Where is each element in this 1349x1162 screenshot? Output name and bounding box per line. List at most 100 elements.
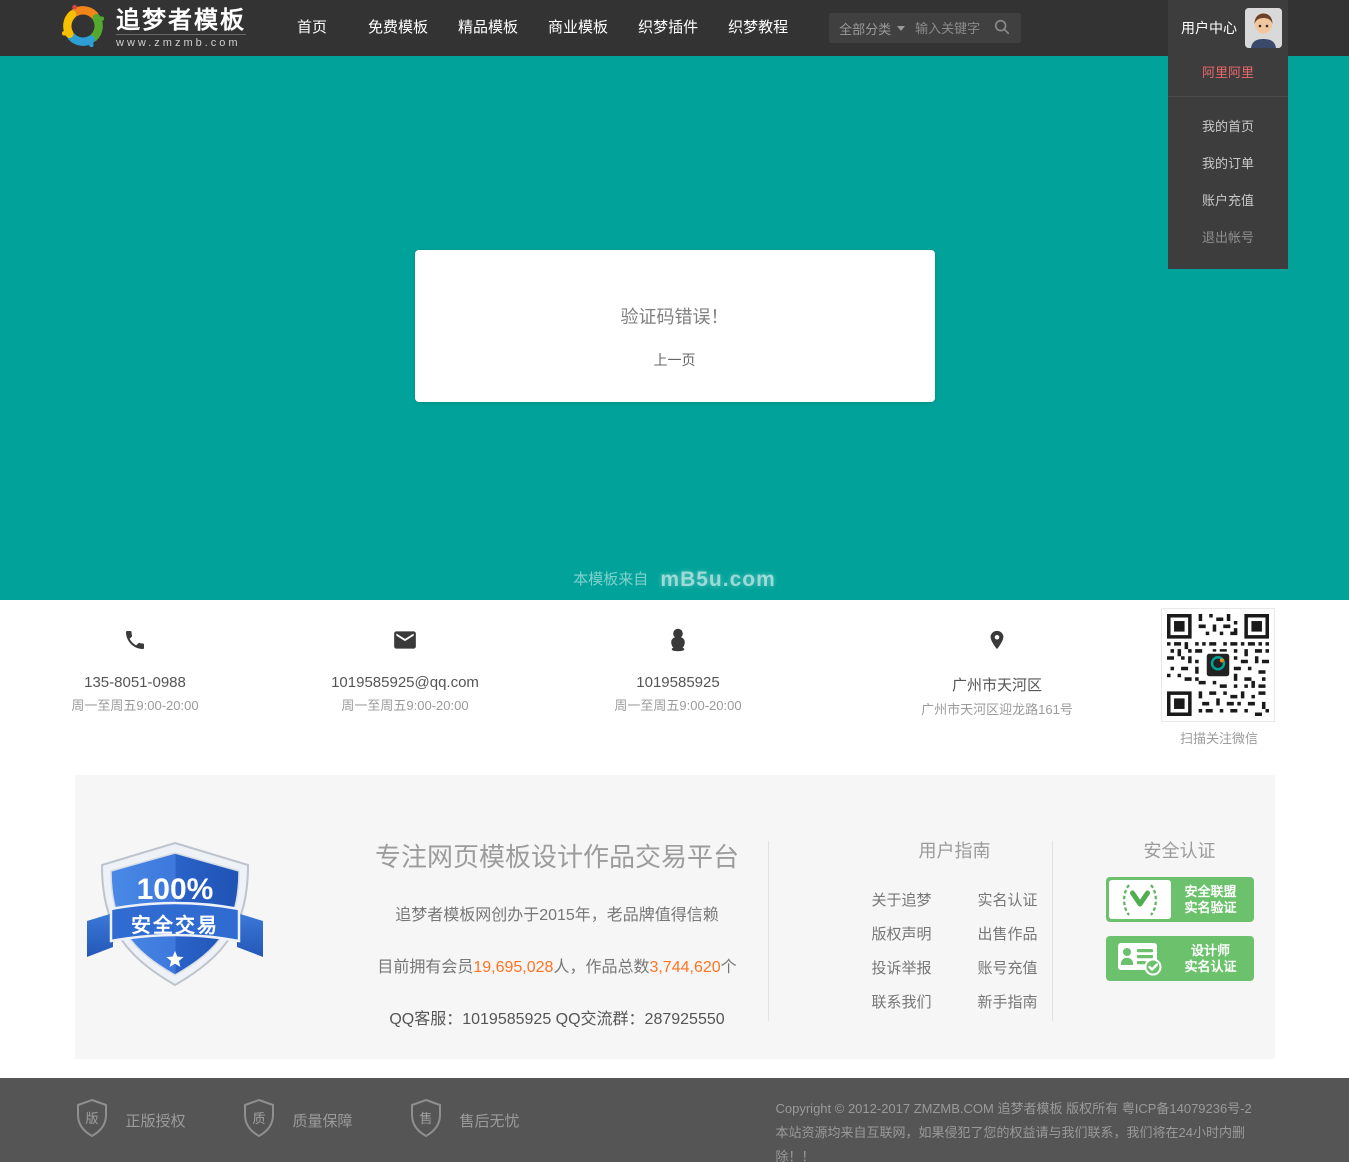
stats-text-1: 目前拥有会员 [377, 959, 473, 976]
error-message: 验证码错误！ [415, 303, 935, 329]
contact-address: 广州市天河区 广州市天河区迎龙路161号 [847, 626, 1147, 718]
nav-item-dede-plugins[interactable]: 织梦插件 [623, 0, 713, 56]
nav-item-home[interactable]: 首页 [282, 0, 353, 56]
page: 追梦者模板 www.zmzmb.com 首页 免费模板 精品模板 商业模板 织梦… [0, 0, 1349, 1162]
mail-icon [305, 626, 505, 654]
badge2-line1: 设计师 [1171, 943, 1251, 959]
guide-link-realname[interactable]: 实名认证 [978, 889, 1038, 910]
avatar[interactable] [1245, 8, 1282, 48]
menu-item-my-homepage[interactable]: 我的首页 [1168, 107, 1288, 144]
id-card-check-icon [1109, 939, 1171, 978]
contact-qq-number: 1019585925 [578, 674, 778, 691]
badge2-line2: 实名认证 [1171, 959, 1251, 975]
badge-percent-text: 100% [136, 873, 213, 906]
search-icon [993, 18, 1011, 39]
search-category-label: 全部分类 [839, 19, 891, 38]
guide-column-2: 实名认证 出售作品 账号充值 新手指南 [978, 889, 1038, 1012]
platform-stats-line: 目前拥有会员19,695,028人，作品总数3,744,620个 [280, 953, 835, 977]
guide-link-sell[interactable]: 出售作品 [978, 923, 1038, 944]
chevron-down-icon [897, 26, 905, 31]
phone-icon [35, 626, 235, 654]
search-category-dropdown[interactable]: 全部分类 [839, 19, 905, 38]
platform-intro: 专注网页模板设计作品交易平台 追梦者模板网创办于2015年，老品牌值得信赖 目前… [280, 837, 835, 1029]
designer-badge-text: 设计师 实名认证 [1171, 943, 1251, 975]
shield-aftersale-icon: 售 [409, 1098, 443, 1143]
panel-divider [768, 841, 769, 1021]
guide-link-copyright[interactable]: 版权声明 [871, 923, 931, 944]
user-guide-heading: 用户指南 [790, 837, 1120, 863]
qr-caption: 扫描关注微信 [1149, 728, 1289, 747]
user-center-label: 用户中心 [1181, 18, 1237, 38]
dropdown-divider [1168, 96, 1288, 97]
guide-link-about[interactable]: 关于追梦 [871, 889, 931, 910]
menu-item-logout[interactable]: 退出帐号 [1168, 218, 1288, 255]
shield-quality-icon: 质 [242, 1098, 276, 1143]
nav-item-free-templates[interactable]: 免费模板 [353, 0, 443, 56]
message-card: 验证码错误！ 上一页 [415, 250, 935, 402]
watermark-brand: mB5u.com [660, 568, 775, 591]
qq-service-line: QQ客服：1019585925 QQ交流群：287925550 [280, 1005, 835, 1029]
security-heading: 安全认证 [1085, 837, 1275, 863]
site-logo[interactable]: 追梦者模板 www.zmzmb.com [60, 3, 246, 54]
feature-aftersales: 售 售后无忧 [409, 1098, 520, 1143]
search-button[interactable] [993, 18, 1011, 39]
location-icon [847, 626, 1147, 654]
contact-qq-hours: 周一至周五9:00-20:00 [578, 695, 778, 714]
hero-section: 验证码错误！ 上一页 本模板来自 mB5u.com [0, 56, 1349, 600]
guide-column-1: 关于追梦 版权声明 投诉举报 联系我们 [871, 889, 931, 1012]
nav-item-dede-tutorials[interactable]: 织梦教程 [713, 0, 803, 56]
contact-email: 1019585925@qq.com 周一至周五9:00-20:00 [305, 626, 505, 714]
nav-item-commercial-templates[interactable]: 商业模板 [533, 0, 623, 56]
shield-ban-icon: 版 [75, 1098, 109, 1143]
badge1-line1: 安全联盟 [1171, 884, 1251, 900]
feature-genuine-license: 版 正版授权 [75, 1098, 186, 1143]
footer-features: 版 正版授权 质 质量保障 [75, 1078, 520, 1162]
work-count: 3,744,620 [649, 959, 720, 976]
security-certification: 安全认证 安全联盟 实名验证 [1085, 837, 1275, 981]
stats-text-3: 个 [721, 959, 737, 976]
logo-url: www.zmzmb.com [116, 34, 246, 49]
stats-text-2: 人，作品总数 [553, 959, 649, 976]
menu-item-my-orders[interactable]: 我的订单 [1168, 144, 1288, 181]
bottom-footer: 版 正版授权 质 质量保障 [0, 1078, 1349, 1162]
copyright-line-2: 本站资源均来自互联网，如果侵犯了您的权益请与我们联系，我们将在24小时内删除！！ [776, 1121, 1275, 1162]
username-link[interactable]: 阿里阿里 [1168, 56, 1288, 96]
panel-divider [1052, 841, 1053, 1021]
pinwheel-logo-icon [60, 3, 106, 54]
feature-label: 售后无忧 [460, 1110, 520, 1131]
platform-heading: 专注网页模板设计作品交易平台 [280, 837, 835, 874]
badge-label-text: 安全交易 [131, 913, 219, 937]
security-badge-text: 安全联盟 实名验证 [1171, 884, 1251, 916]
user-center-toggle[interactable]: 用户中心 [1168, 0, 1288, 56]
svg-text:质: 质 [252, 1111, 265, 1126]
info-panel: 100% 安全交易 专注网页模板设计作品交易平台 追梦者模板网创办于2015年，… [75, 775, 1275, 1059]
copyright-block: Copyright © 2012-2017 ZMZMB.COM 追梦者模板 版权… [776, 1097, 1275, 1162]
security-alliance-badge[interactable]: 安全联盟 实名验证 [1106, 877, 1254, 922]
top-navbar: 追梦者模板 www.zmzmb.com 首页 免费模板 精品模板 商业模板 织梦… [0, 0, 1349, 56]
watermark-prefix: 本模板来自 [573, 571, 648, 588]
svg-text:售: 售 [419, 1111, 432, 1126]
guide-link-recharge[interactable]: 账号充值 [978, 957, 1038, 978]
search-input[interactable] [915, 21, 993, 36]
guide-link-report[interactable]: 投诉举报 [871, 957, 931, 978]
logo-text: 追梦者模板 www.zmzmb.com [116, 8, 246, 49]
menu-item-account-recharge[interactable]: 账户充值 [1168, 181, 1288, 218]
nav-item-premium-templates[interactable]: 精品模板 [443, 0, 533, 56]
contact-address-street: 广州市天河区迎龙路161号 [847, 699, 1147, 718]
user-center-dropdown: 用户中心 阿里阿里 我的首页 我的订单 账户充值 退出帐号 [1168, 0, 1288, 269]
copyright-line-1: Copyright © 2012-2017 ZMZMB.COM 追梦者模板 版权… [776, 1097, 1275, 1121]
badge1-line2: 实名验证 [1171, 900, 1251, 916]
platform-history-line: 追梦者模板网创办于2015年，老品牌值得信赖 [280, 901, 835, 925]
guide-link-newbie[interactable]: 新手指南 [978, 991, 1038, 1012]
contact-phone: 135-8051-0988 周一至周五9:00-20:00 [35, 626, 235, 714]
member-count: 19,695,028 [473, 959, 553, 976]
feature-quality-guarantee: 质 质量保障 [242, 1098, 353, 1143]
main-nav: 首页 免费模板 精品模板 商业模板 织梦插件 织梦教程 [282, 0, 803, 56]
laurel-check-icon [1109, 880, 1171, 919]
contact-address-district: 广州市天河区 [847, 674, 1147, 695]
guide-link-contact[interactable]: 联系我们 [871, 991, 931, 1012]
secure-trade-shield-badge: 100% 安全交易 [85, 839, 265, 994]
designer-realname-badge[interactable]: 设计师 实名认证 [1106, 936, 1254, 981]
wechat-qr-code [1161, 608, 1275, 722]
previous-page-link[interactable]: 上一页 [654, 350, 696, 370]
